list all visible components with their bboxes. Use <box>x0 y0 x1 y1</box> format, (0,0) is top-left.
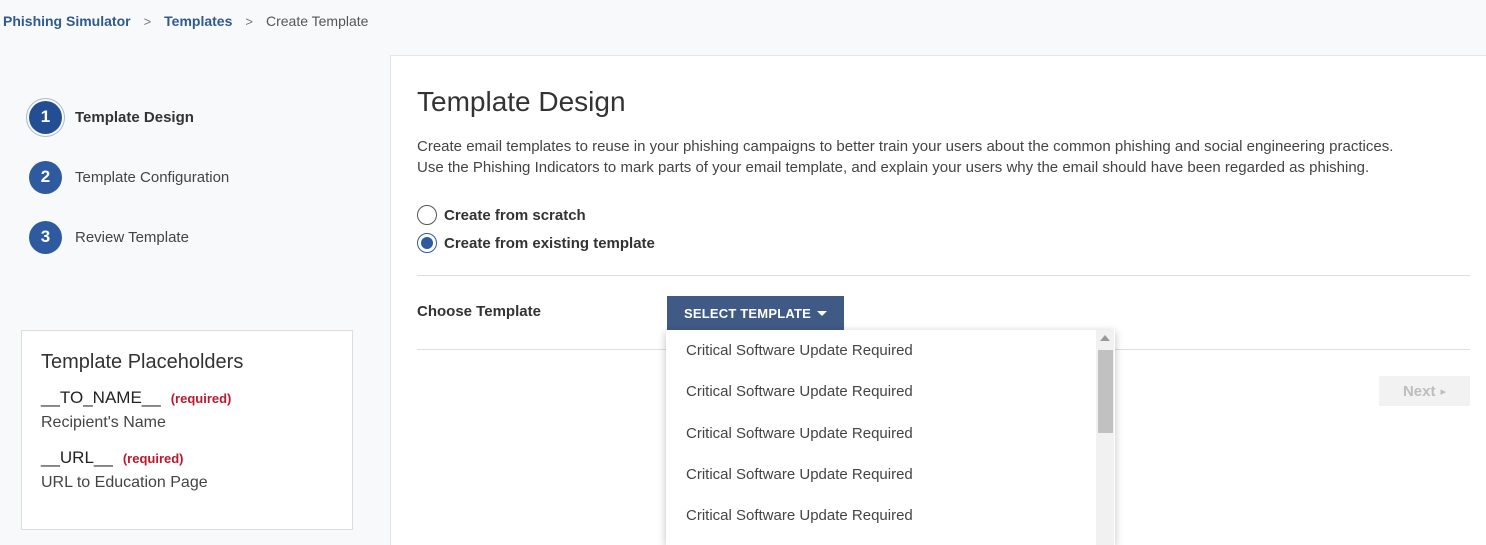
dropdown-scrollbar[interactable] <box>1096 330 1114 545</box>
placeholders-title: Template Placeholders <box>41 351 244 373</box>
placeholder-name: __URL__ <box>41 448 113 467</box>
page-title: Template Design <box>417 86 626 117</box>
select-template-button[interactable]: SELECT TEMPLATE <box>667 296 844 330</box>
dropdown-item[interactable]: Critical Software Update Required <box>666 454 1115 495</box>
template-placeholders-panel: Template Placeholders __TO_NAME__ (requi… <box>21 330 353 530</box>
placeholder-url: __URL__ (required) <box>41 448 333 468</box>
dropdown-item[interactable]: Critical Software Update Required <box>666 330 1115 371</box>
radio-label: Create from scratch <box>444 206 586 224</box>
radio-create-from-scratch[interactable]: Create from scratch <box>417 201 655 229</box>
next-label: Next <box>1402 382 1436 400</box>
breadcrumb-separator: > <box>245 13 253 29</box>
divider <box>417 275 1470 276</box>
placeholder-name: __TO_NAME__ <box>41 388 161 407</box>
select-template-label: SELECT TEMPLATE <box>684 305 811 321</box>
step-template-design[interactable]: 1 Template Design <box>29 100 229 134</box>
radio-circle-icon[interactable] <box>417 205 437 225</box>
template-dropdown-menu[interactable]: Critical Software Update Required Critic… <box>666 330 1115 545</box>
required-badge: (required) <box>170 391 232 406</box>
breadcrumb: Phishing Simulator > Templates > Create … <box>3 13 368 29</box>
step-number: 1 <box>29 100 62 134</box>
radio-create-from-existing[interactable]: Create from existing template <box>417 229 655 257</box>
scroll-up-arrow-icon[interactable] <box>1100 335 1110 341</box>
chevron-right-icon: ▸ <box>1440 385 1447 398</box>
step-number: 3 <box>29 220 62 254</box>
next-button[interactable]: Next ▸ <box>1379 376 1470 406</box>
scroll-thumb[interactable] <box>1098 350 1113 433</box>
step-label: Template Design <box>75 108 194 126</box>
breadcrumb-templates[interactable]: Templates <box>164 13 232 29</box>
step-review-template[interactable]: 3 Review Template <box>29 220 229 254</box>
dropdown-item[interactable]: Critical Software Update Required <box>666 413 1115 454</box>
radio-label: Create from existing template <box>444 234 655 252</box>
dropdown-item[interactable]: Critical Software Update Required <box>666 495 1115 536</box>
breadcrumb-separator: > <box>143 13 152 29</box>
template-source-radio-group: Create from scratch Create from existing… <box>417 201 655 257</box>
step-label: Review Template <box>75 228 189 246</box>
description-line: Create email templates to reuse in your … <box>417 138 1394 155</box>
step-template-configuration[interactable]: 2 Template Configuration <box>29 160 229 194</box>
choose-template-label: Choose Template <box>417 303 541 320</box>
placeholder-to-name: __TO_NAME__ (required) <box>41 388 333 408</box>
wizard-steps: 1 Template Design 2 Template Configurati… <box>29 100 229 280</box>
placeholder-description: Recipient's Name <box>41 414 166 431</box>
caret-down-icon <box>816 310 827 316</box>
breadcrumb-phishing-simulator[interactable]: Phishing Simulator <box>3 13 131 29</box>
dropdown-item[interactable]: Critical Software Update Required <box>666 371 1115 412</box>
radio-circle-icon[interactable] <box>417 233 437 253</box>
placeholder-description: URL to Education Page <box>41 474 208 491</box>
required-badge: (required) <box>122 451 184 466</box>
description-line: Use the Phishing Indicators to mark part… <box>417 159 1370 176</box>
breadcrumb-current: Create Template <box>265 13 369 29</box>
page-description: Create email templates to reuse in your … <box>417 136 1477 178</box>
step-number: 2 <box>29 160 62 194</box>
step-label: Template Configuration <box>75 168 230 186</box>
